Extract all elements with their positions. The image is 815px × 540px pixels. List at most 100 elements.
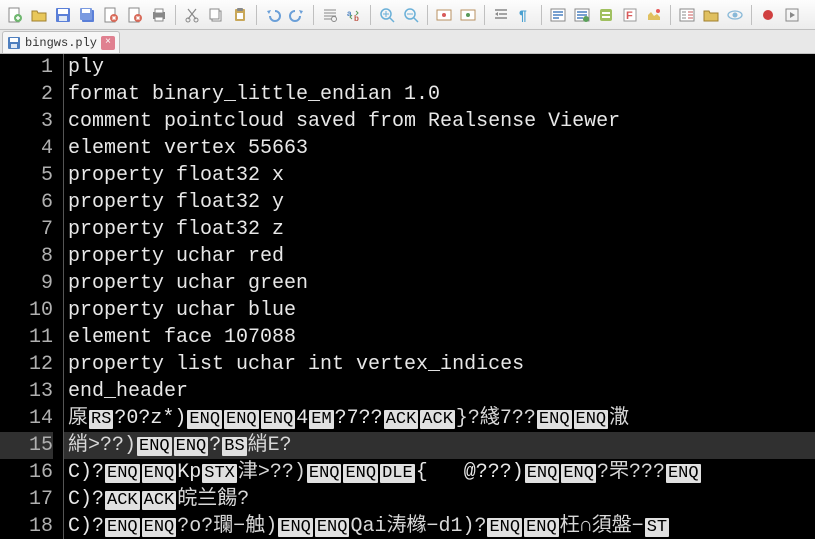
save-button[interactable] [52, 4, 74, 26]
code-line[interactable]: C)?ACKACK皖兰餳? [64, 486, 815, 513]
line-number: 8 [0, 243, 53, 270]
control-char: ENQ [187, 410, 222, 429]
code-editor[interactable]: 123456789101112131415161718 plyformat bi… [0, 54, 815, 539]
control-char: ENQ [487, 518, 522, 537]
redo-button[interactable] [286, 4, 308, 26]
code-line[interactable]: C)?ENQENQKpSTX津>??)ENQENQDLE{ @???)ENQEN… [64, 459, 815, 486]
main-toolbar: ab ¶ F [0, 0, 815, 30]
new-file-icon [7, 7, 23, 23]
code-line[interactable]: property uchar red [64, 243, 815, 270]
svg-text:F: F [626, 10, 633, 22]
line-number: 3 [0, 108, 53, 135]
line-number-gutter: 123456789101112131415161718 [0, 54, 64, 539]
line-number: 10 [0, 297, 53, 324]
line-number: 1 [0, 54, 53, 81]
word-wrap-button[interactable] [433, 4, 455, 26]
control-char: ENQ [537, 410, 572, 429]
open-file-button[interactable] [28, 4, 50, 26]
toggle-fold-icon: F [622, 7, 638, 23]
tab-close-button[interactable]: × [101, 36, 115, 50]
line-number: 12 [0, 351, 53, 378]
zoom-out-button[interactable] [400, 4, 422, 26]
code-line[interactable]: ply [64, 54, 815, 81]
close-button[interactable] [100, 4, 122, 26]
toolbar-separator [670, 5, 671, 25]
user-define-button[interactable] [571, 4, 593, 26]
save-all-button[interactable] [76, 4, 98, 26]
control-char: ENQ [343, 464, 378, 483]
eye-monitor-button[interactable] [724, 4, 746, 26]
control-char: EM [309, 410, 333, 429]
text-segment: 厡 [68, 407, 88, 430]
indent-guide-icon [493, 7, 509, 23]
print-button[interactable] [148, 4, 170, 26]
redo-icon [289, 7, 305, 23]
code-line[interactable]: comment pointcloud saved from Realsense … [64, 108, 815, 135]
zoom-out-icon [403, 7, 419, 23]
control-char: ENQ [224, 410, 259, 429]
file-tab-bingws[interactable]: bingws.ply × [2, 31, 120, 53]
text-segment: ?0?z*) [114, 407, 186, 430]
show-all-chars-icon [460, 7, 476, 23]
close-all-button[interactable] [124, 4, 146, 26]
control-char: ENQ [315, 518, 350, 537]
code-line[interactable]: element vertex 55663 [64, 135, 815, 162]
code-line[interactable]: 厡RS?0?z*)ENQENQENQ4EM?7??ACKACK}?綫7??ENQ… [64, 405, 815, 432]
fold-all-button[interactable] [595, 4, 617, 26]
doc-map-button[interactable] [643, 4, 665, 26]
control-char: ENQ [574, 410, 609, 429]
control-char: ACK [384, 410, 419, 429]
paste-icon [232, 7, 248, 23]
close-all-icon [127, 7, 143, 23]
control-char: ENQ [142, 464, 177, 483]
cut-icon [184, 7, 200, 23]
line-number: 17 [0, 486, 53, 513]
toggle-fold-button[interactable]: F [619, 4, 641, 26]
find-button[interactable] [319, 4, 341, 26]
show-func-list-button[interactable] [676, 4, 698, 26]
control-char: ENQ [666, 464, 701, 483]
text-segment: 綃E? [248, 434, 292, 457]
control-char: ENQ [561, 464, 596, 483]
code-line[interactable]: property list uchar int vertex_indices [64, 351, 815, 378]
copy-button[interactable] [205, 4, 227, 26]
zoom-in-button[interactable] [376, 4, 398, 26]
code-line[interactable]: format binary_little_endian 1.0 [64, 81, 815, 108]
record-macro-icon [760, 7, 776, 23]
show-func-list-icon [679, 7, 695, 23]
line-number: 13 [0, 378, 53, 405]
show-symbol-button[interactable]: ¶ [514, 4, 536, 26]
text-segment: 津>??) [238, 461, 306, 484]
cut-button[interactable] [181, 4, 203, 26]
code-line[interactable]: end_header [64, 378, 815, 405]
play-macro-button[interactable] [781, 4, 803, 26]
code-line[interactable]: property float32 y [64, 189, 815, 216]
svg-text:b: b [354, 14, 359, 23]
indent-guide-button[interactable] [490, 4, 512, 26]
code-content[interactable]: plyformat binary_little_endian 1.0commen… [64, 54, 815, 539]
toolbar-separator [427, 5, 428, 25]
new-file-button[interactable] [4, 4, 26, 26]
undo-button[interactable] [262, 4, 284, 26]
code-line[interactable]: property float32 x [64, 162, 815, 189]
paste-button[interactable] [229, 4, 251, 26]
find-replace-icon: ab [346, 7, 362, 23]
open-folder-button[interactable] [700, 4, 722, 26]
print-icon [151, 7, 167, 23]
code-line[interactable]: C)?ENQENQ?o?瓓−触)ENQENQQai涛橼−d1)?ENQENQ枉∩… [64, 513, 815, 539]
control-char: ACK [105, 491, 140, 510]
text-segment: ?7?? [335, 407, 383, 430]
code-line[interactable]: element face 107088 [64, 324, 815, 351]
code-line[interactable]: property uchar blue [64, 297, 815, 324]
control-char: ENQ [524, 518, 559, 537]
text-segment: }?綫7?? [456, 407, 536, 430]
find-replace-button[interactable]: ab [343, 4, 365, 26]
record-macro-button[interactable] [757, 4, 779, 26]
show-all-chars-button[interactable] [457, 4, 479, 26]
text-segment: 枉∩須盤− [560, 515, 644, 538]
code-line[interactable]: property uchar green [64, 270, 815, 297]
code-line[interactable]: property float32 z [64, 216, 815, 243]
code-line[interactable]: 綃>??)ENQENQ?BS綃E? [64, 432, 815, 459]
control-char: ENQ [105, 518, 140, 537]
highlight-lang-button[interactable] [547, 4, 569, 26]
